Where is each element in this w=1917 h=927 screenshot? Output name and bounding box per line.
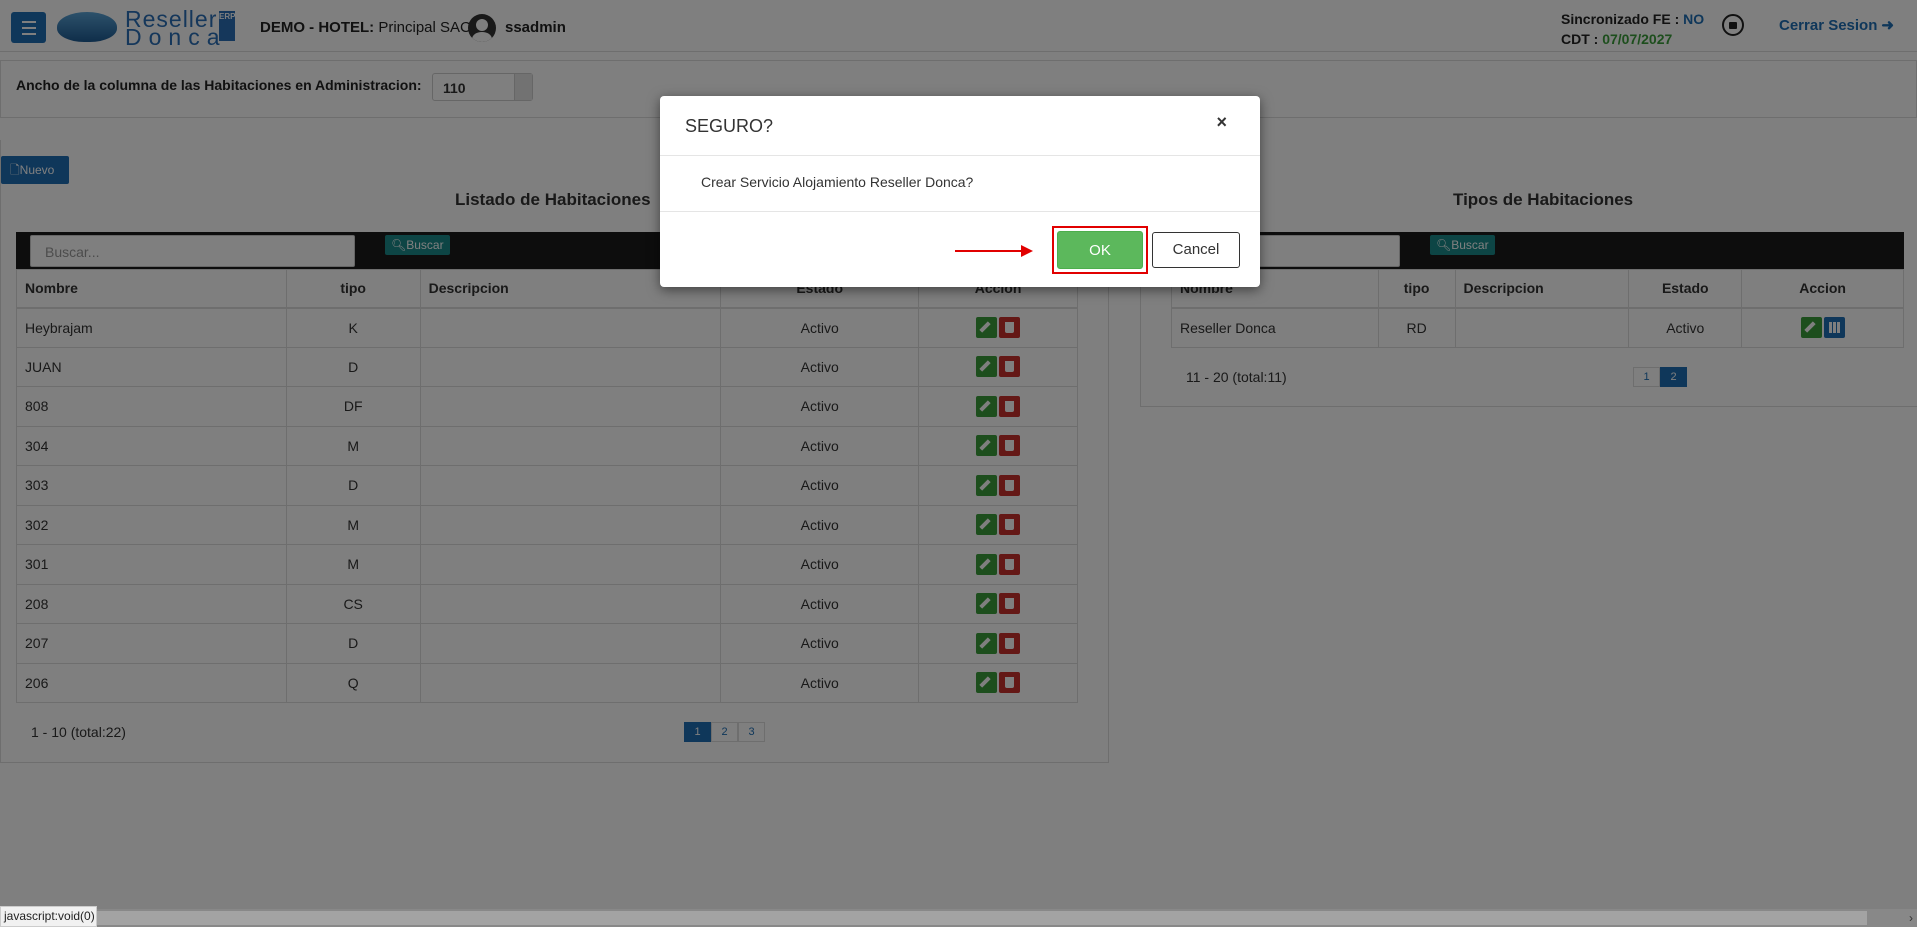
confirm-dialog: SEGURO? × Crear Servicio Alojamiento Res…: [660, 96, 1260, 287]
horizontal-scrollbar[interactable]: ›: [97, 909, 1917, 927]
dialog-message: Crear Servicio Alojamiento Reseller Donc…: [701, 174, 974, 190]
dialog-body: Crear Servicio Alojamiento Reseller Donc…: [660, 156, 1260, 212]
close-icon[interactable]: ×: [1216, 112, 1227, 133]
scroll-right-icon[interactable]: ›: [1909, 911, 1913, 925]
scrollbar-thumb[interactable]: [97, 911, 1867, 925]
dialog-header: SEGURO? ×: [660, 96, 1260, 156]
cancel-button[interactable]: Cancel: [1152, 232, 1240, 268]
ok-button[interactable]: OK: [1057, 231, 1143, 269]
annotation-arrow-icon: [955, 245, 1033, 257]
dialog-title: SEGURO?: [685, 116, 774, 136]
status-bar: javascript:void(0): [0, 906, 97, 927]
